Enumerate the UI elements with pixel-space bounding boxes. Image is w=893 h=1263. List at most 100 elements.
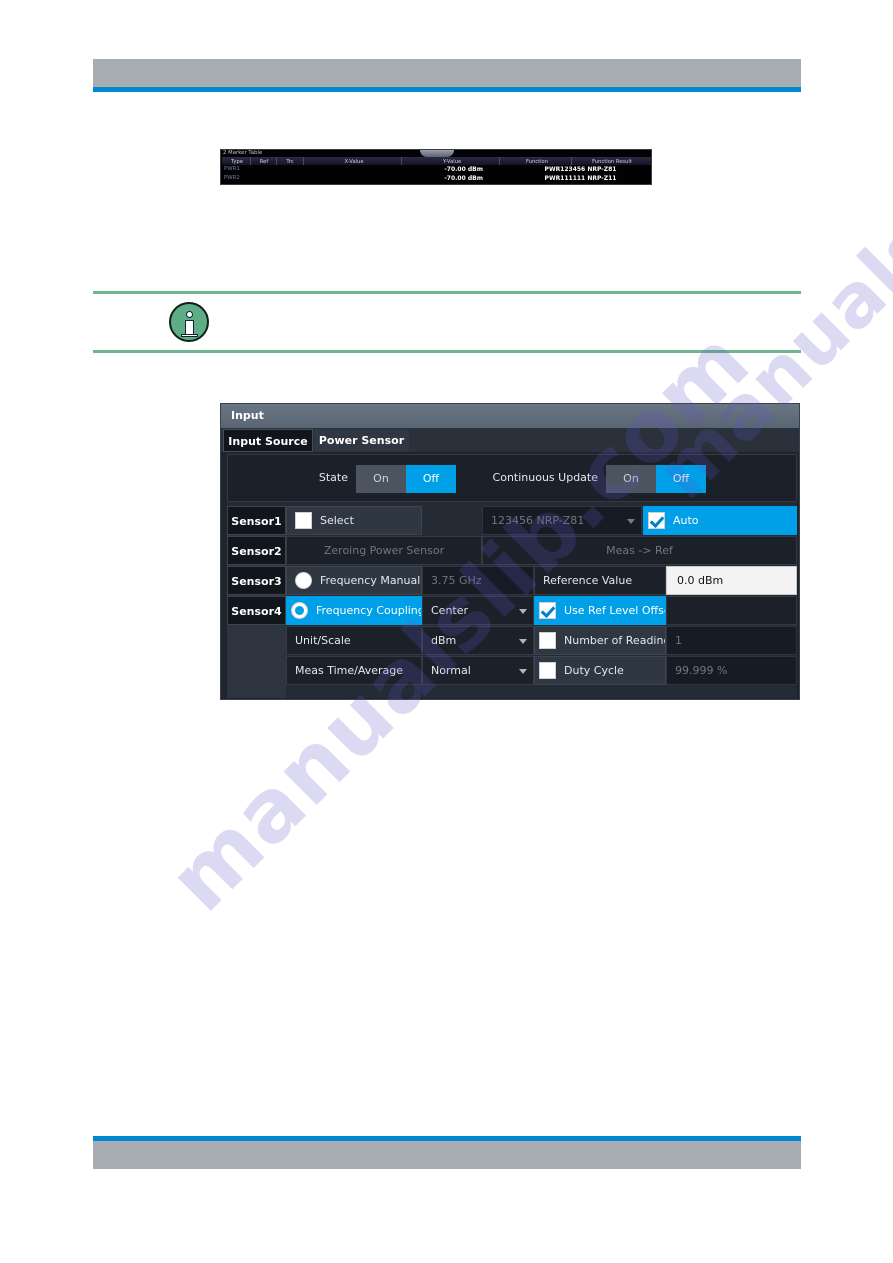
unit-scale-label-cell: Unit/Scale: [286, 626, 422, 655]
unit-scale-value: dBm: [431, 634, 457, 647]
frequency-coupling-label: Frequency Coupling: [316, 604, 422, 617]
info-icon: [169, 302, 209, 342]
unit-scale-label: Unit/Scale: [295, 634, 351, 647]
row-y-value: -70.00 dBm: [444, 165, 483, 173]
radio-icon[interactable]: [295, 572, 312, 589]
frequency-coupling-value: Center: [431, 604, 469, 617]
meas-time-average-label: Meas Time/Average: [295, 664, 404, 677]
number-of-readings-value[interactable]: 1: [666, 626, 797, 655]
sensor-device-dropdown[interactable]: 123456 NRP-Z81: [482, 506, 642, 535]
column-header-ref: Ref: [259, 158, 269, 165]
dialog-titlebar: Input: [221, 404, 799, 428]
state-row: State On Off Continuous Update On Off: [227, 454, 797, 502]
page-header-band: [93, 59, 801, 87]
input-dialog: Input Input Source Power Sensor State On…: [220, 403, 800, 700]
page-header-rule: [93, 87, 801, 92]
frequency-manual-value-text: 3.75 GHz: [431, 574, 482, 587]
auto-checkbox-row[interactable]: Auto: [643, 506, 797, 535]
note-rule-top: [93, 291, 801, 294]
number-of-readings-value-text: 1: [675, 634, 682, 647]
page-footer-band: [93, 1141, 801, 1169]
sensor-tab-column: Sensor1 Sensor2 Sensor3 Sensor4: [227, 506, 286, 698]
continuous-update-on-option[interactable]: On: [606, 465, 656, 493]
number-of-readings-label: Number of Readings: [564, 634, 666, 647]
select-checkbox-row[interactable]: Select: [286, 506, 422, 535]
column-header-type: Type: [231, 158, 243, 165]
continuous-update-off-option[interactable]: Off: [656, 465, 706, 493]
meas-time-average-dropdown[interactable]: Normal: [422, 656, 534, 685]
unit-scale-dropdown[interactable]: dBm: [422, 626, 534, 655]
checkbox-icon[interactable]: [539, 662, 556, 679]
header-separator: [250, 157, 251, 165]
frequency-coupling-radio-row[interactable]: Frequency Coupling: [286, 596, 422, 625]
frequency-manual-value[interactable]: 3.75 GHz: [422, 566, 534, 595]
dialog-body: State On Off Continuous Update On Off Se…: [227, 454, 797, 698]
marker-table-header-row: Type Ref Trc X-Value Y-Value Function Fu…: [222, 157, 651, 165]
header-separator: [303, 157, 304, 165]
row-type: PWR1: [224, 166, 240, 172]
state-label: State: [318, 471, 348, 484]
chevron-down-icon: [519, 668, 527, 674]
use-ref-level-offset-row[interactable]: Use Ref Level Offset: [534, 596, 666, 625]
continuous-update-toggle[interactable]: On Off: [606, 465, 706, 493]
chevron-down-icon: [627, 518, 635, 524]
meas-to-ref-label: Meas -> Ref: [606, 544, 673, 557]
header-separator: [499, 157, 500, 165]
auto-label: Auto: [673, 514, 699, 527]
column-header-y-value: Y-Value: [442, 158, 462, 165]
checkbox-icon[interactable]: [648, 512, 665, 529]
reference-value-input[interactable]: 0.0 dBm: [666, 566, 797, 595]
row-function-result: PWR123456 NRP-Z81: [544, 165, 617, 173]
reference-value-text: 0.0 dBm: [677, 574, 724, 587]
table-row: PWR2 -70.00 dBm PWR111111 NRP-Z11: [223, 175, 650, 184]
sensor-tab-4[interactable]: Sensor4: [227, 596, 286, 625]
note-rule-bottom: [93, 350, 801, 353]
note-box: [93, 291, 801, 353]
reference-value-label-cell: Reference Value: [534, 566, 666, 595]
state-toggle[interactable]: On Off: [356, 465, 456, 493]
number-of-readings-row[interactable]: Number of Readings: [534, 626, 666, 655]
column-header-function: Function: [525, 158, 549, 165]
state-off-option[interactable]: Off: [406, 465, 456, 493]
continuous-update-label: Continuous Update: [492, 471, 598, 484]
tab-input-source[interactable]: Input Source: [223, 429, 313, 452]
column-header-trc: Trc: [286, 158, 294, 165]
row-y-value: -70.00 dBm: [444, 174, 483, 182]
column-header-x-value: X-Value: [344, 158, 364, 165]
header-separator: [401, 157, 402, 165]
window-handle-notch: [420, 150, 454, 157]
row-type: PWR2: [224, 175, 240, 181]
marker-table-figure: 2 Marker Table Type Ref Trc X-Value Y-Va…: [220, 149, 652, 185]
frequency-manual-radio-row[interactable]: Frequency Manual: [286, 566, 422, 595]
column-header-function-result: Function Result: [592, 158, 632, 165]
checkbox-icon[interactable]: [539, 602, 556, 619]
frequency-coupling-dropdown[interactable]: Center: [422, 596, 534, 625]
meas-to-ref-button[interactable]: Meas -> Ref: [482, 536, 797, 565]
row-function-result: PWR111111 NRP-Z11: [544, 174, 617, 182]
chevron-down-icon: [519, 608, 527, 614]
meas-time-average-label-cell: Meas Time/Average: [286, 656, 422, 685]
tab-power-sensor[interactable]: Power Sensor: [314, 429, 409, 452]
zeroing-power-sensor-label: Zeroing Power Sensor: [323, 544, 445, 557]
sensor-tab-1[interactable]: Sensor1: [227, 506, 286, 535]
header-separator: [571, 157, 572, 165]
checkbox-icon[interactable]: [539, 632, 556, 649]
frequency-manual-label: Frequency Manual: [320, 574, 421, 587]
dialog-title: Input: [231, 409, 264, 422]
duty-cycle-row[interactable]: Duty Cycle: [534, 656, 666, 685]
duty-cycle-label: Duty Cycle: [564, 664, 624, 677]
sensor-tab-3[interactable]: Sensor3: [227, 566, 286, 595]
duty-cycle-value-text: 99.999 %: [675, 664, 728, 677]
radio-icon[interactable]: [291, 602, 308, 619]
select-label: Select: [320, 514, 354, 527]
checkbox-icon[interactable]: [295, 512, 312, 529]
chevron-down-icon: [519, 638, 527, 644]
dialog-tabstrip: Input Source Power Sensor: [221, 428, 799, 452]
sensor-tab-2[interactable]: Sensor2: [227, 536, 286, 565]
use-ref-level-offset-label: Use Ref Level Offset: [564, 604, 666, 617]
zeroing-power-sensor-button[interactable]: Zeroing Power Sensor: [286, 536, 482, 565]
meas-time-average-value: Normal: [431, 664, 471, 677]
duty-cycle-value[interactable]: 99.999 %: [666, 656, 797, 685]
marker-table-title: 2 Marker Table: [223, 150, 263, 156]
state-on-option[interactable]: On: [356, 465, 406, 493]
